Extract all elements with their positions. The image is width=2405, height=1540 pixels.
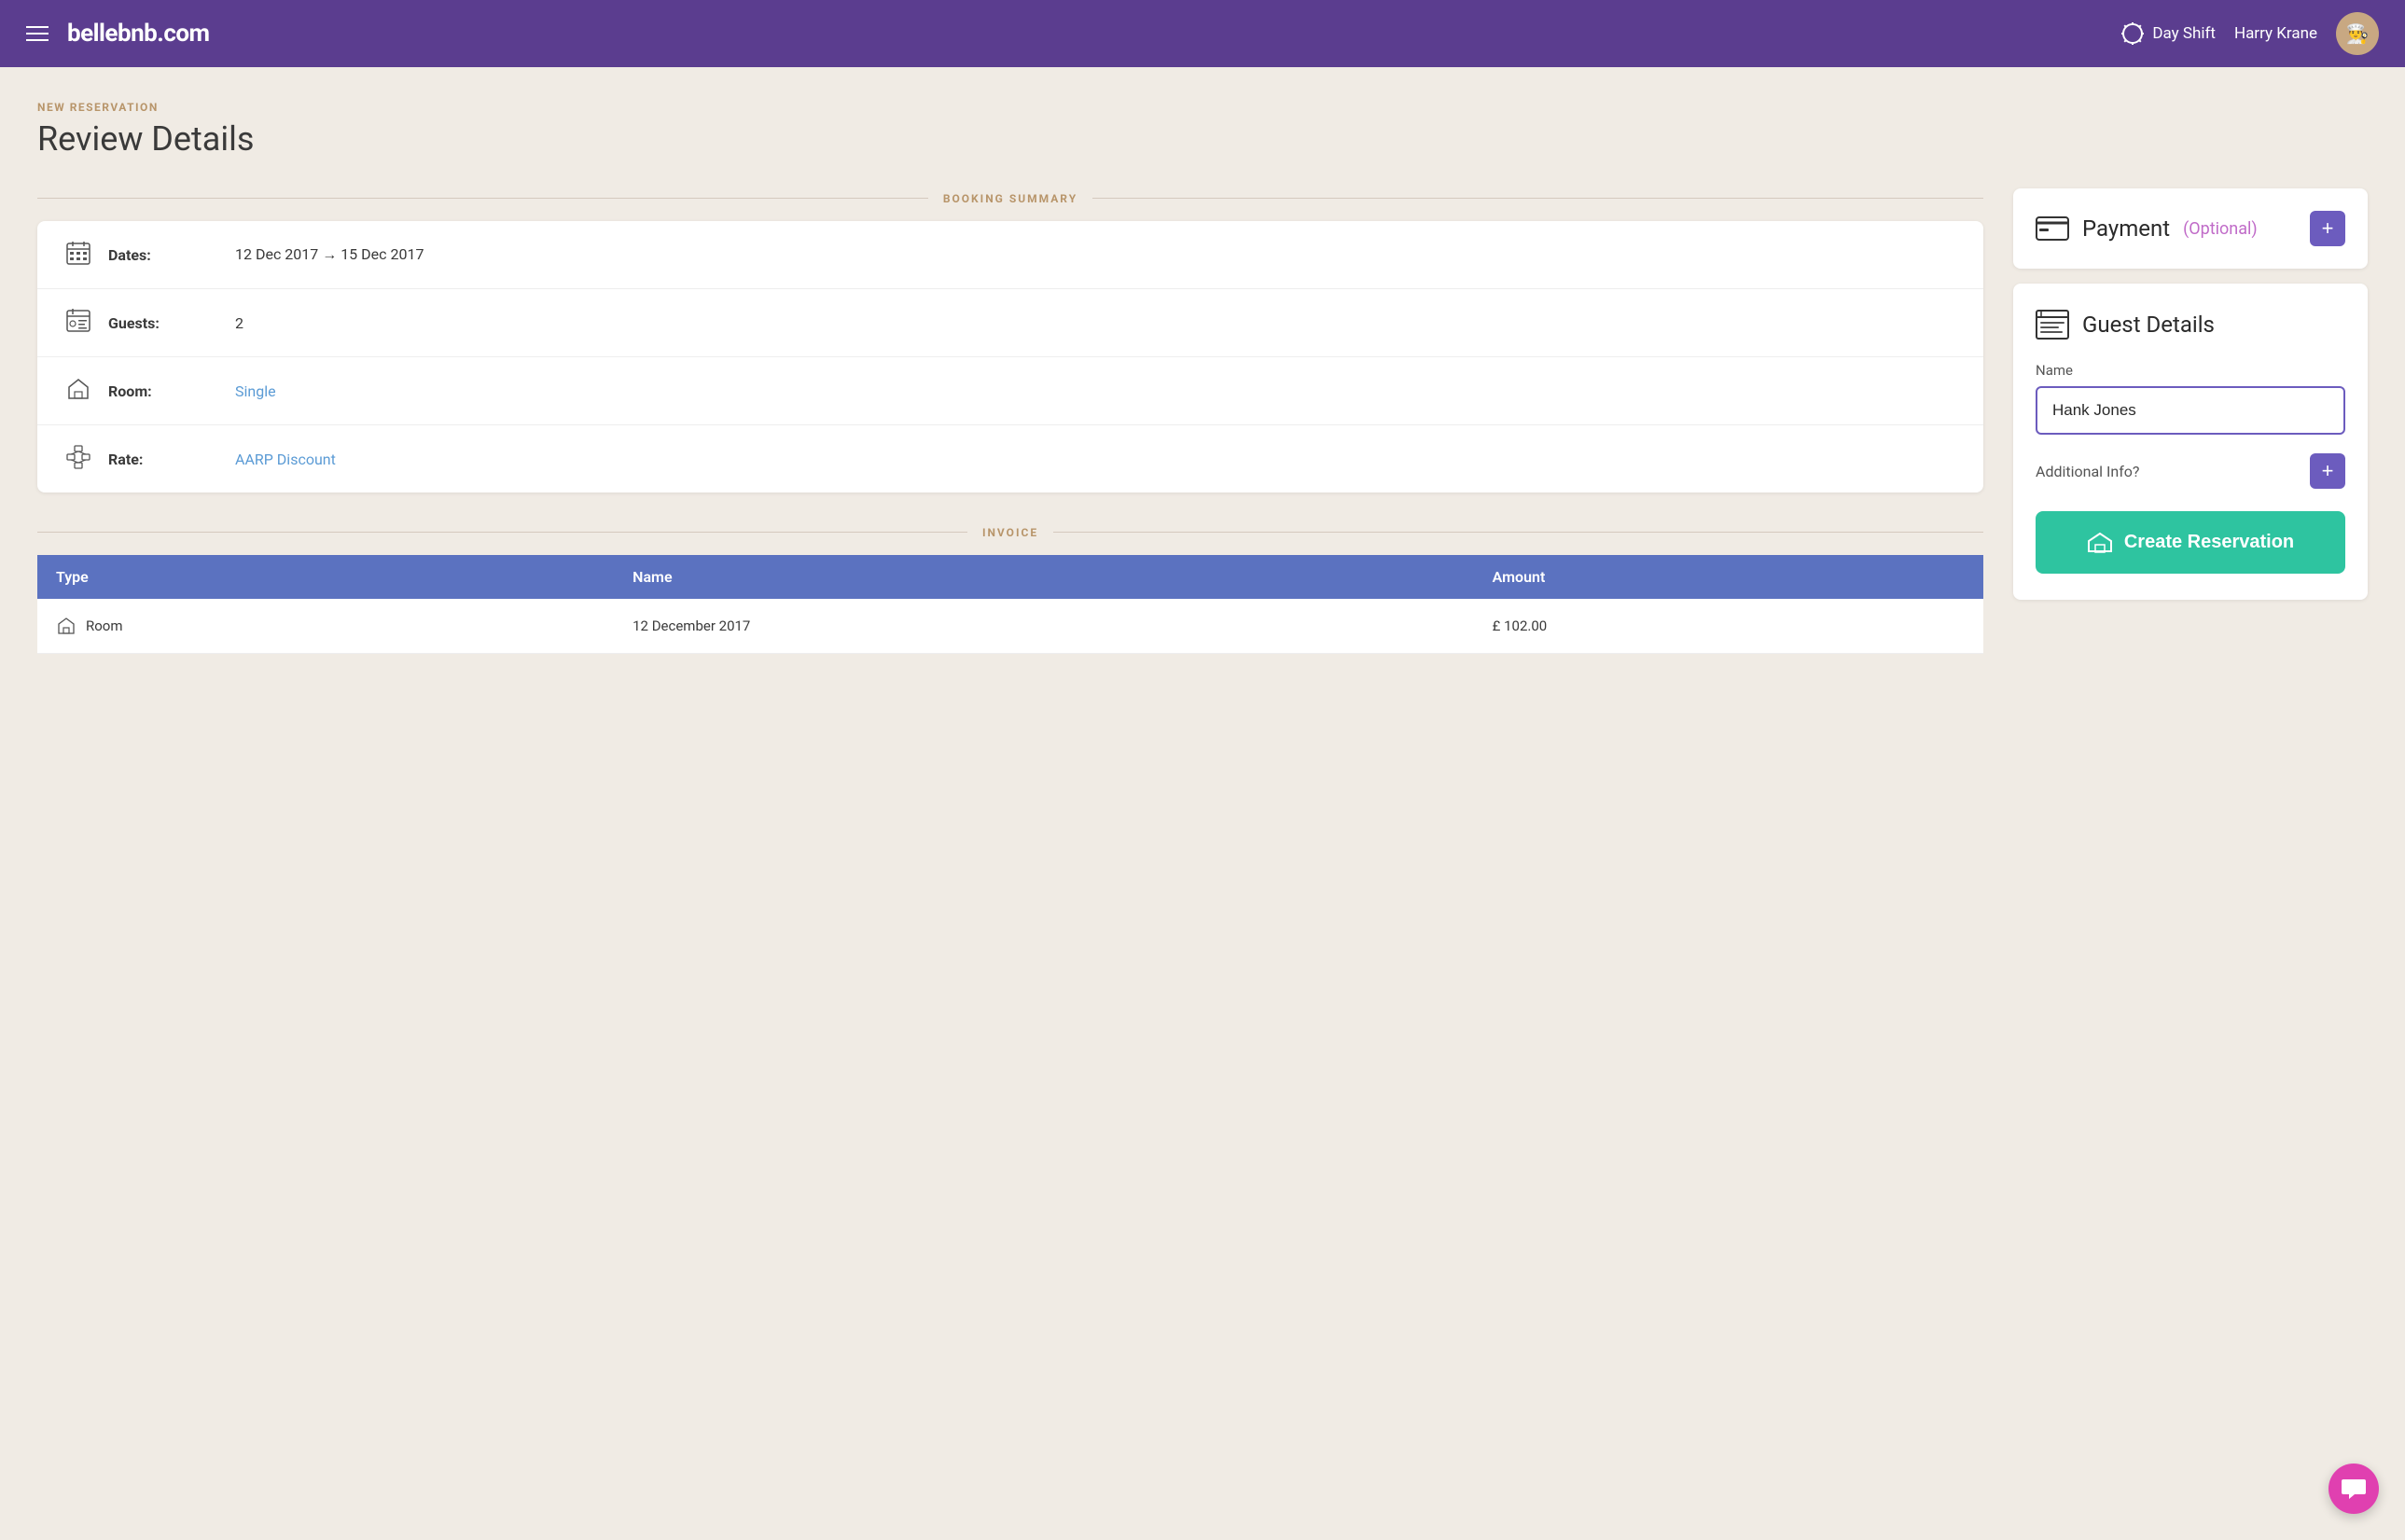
chat-bubble[interactable] (2329, 1464, 2379, 1514)
brand-logo: bellebnb.com (67, 20, 210, 48)
col-type: Type (37, 555, 614, 599)
invoice-amount-cell: £ 102.00 (1474, 599, 1983, 654)
invoice-tbody: Room 12 December 2017 £ 102.00 (37, 599, 1983, 654)
dates-row: Dates: 12 Dec 2017 → 15 Dec 2017 (37, 221, 1983, 289)
payment-optional: (Optional) (2183, 219, 2258, 239)
hamburger-menu[interactable] (26, 26, 49, 41)
dates-value: 12 Dec 2017 → 15 Dec 2017 (235, 245, 424, 264)
col-name: Name (614, 555, 1474, 599)
invoice-table: Type Name Amount Roo (37, 555, 1983, 654)
booking-summary-label: BOOKING SUMMARY (928, 192, 1092, 205)
avatar[interactable]: 👨‍🍳 (2336, 12, 2379, 55)
name-input[interactable] (2036, 386, 2345, 435)
room-value[interactable]: Single (235, 382, 276, 400)
room-row: Room: Single (37, 357, 1983, 425)
guest-details-title: Guest Details (2082, 312, 2215, 338)
shift-indicator[interactable]: Day Shift (2120, 21, 2216, 46)
shift-label: Day Shift (2152, 24, 2216, 43)
user-name: Harry Krane (2234, 24, 2317, 43)
sun-icon (2120, 21, 2145, 46)
col-amount: Amount (1474, 555, 1983, 599)
left-column: BOOKING SUMMARY (37, 188, 1983, 654)
dates-icon (63, 240, 93, 270)
rate-row: Rate: AARP Discount (37, 425, 1983, 493)
payment-title: Payment (2082, 215, 2170, 242)
rate-label: Rate: (108, 451, 220, 468)
house-icon (2087, 533, 2113, 553)
name-label: Name (2036, 362, 2345, 379)
invoice-label: INVOICE (967, 526, 1053, 539)
dates-label: Dates: (108, 246, 220, 264)
room-label: Room: (108, 382, 220, 400)
payment-icon (2036, 216, 2069, 241)
breadcrumb: NEW RESERVATION (37, 101, 2368, 114)
rate-icon (63, 444, 93, 474)
guests-row: Guests: 2 (37, 289, 1983, 357)
header-right: Day Shift Harry Krane 👨‍🍳 (2120, 12, 2379, 55)
guest-panel-header: Guest Details (2036, 310, 2345, 340)
add-info-button[interactable]: + (2310, 453, 2345, 489)
room-type-icon (56, 616, 76, 636)
guests-value: 2 (235, 314, 243, 332)
invoice-header: INVOICE (37, 522, 1983, 540)
create-reservation-label: Create Reservation (2124, 532, 2294, 553)
create-reservation-button[interactable]: Create Reservation (2036, 511, 2345, 574)
booking-summary-header: BOOKING SUMMARY (37, 188, 1983, 206)
additional-info-label: Additional Info? (2036, 463, 2139, 480)
add-payment-button[interactable]: + (2310, 211, 2345, 246)
guests-icon (63, 308, 93, 338)
chat-icon (2342, 1478, 2366, 1500)
guests-label: Guests: (108, 314, 220, 332)
guest-details-panel: Guest Details Name Additional Info? + Cr… (2013, 284, 2368, 600)
invoice-name-cell: 12 December 2017 (614, 599, 1474, 654)
content-layout: BOOKING SUMMARY (37, 188, 2368, 654)
right-column: Payment (Optional) + (2013, 188, 2368, 600)
invoice-thead: Type Name Amount (37, 555, 1983, 599)
room-icon (63, 376, 93, 406)
main-content: NEW RESERVATION Review Details BOOKING S… (0, 67, 2405, 687)
additional-info-row: Additional Info? + (2036, 453, 2345, 489)
payment-panel: Payment (Optional) + (2013, 188, 2368, 269)
rate-value[interactable]: AARP Discount (235, 451, 336, 468)
payment-title-group: Payment (Optional) (2036, 215, 2258, 242)
page-title: Review Details (37, 119, 2368, 159)
booking-card: Dates: 12 Dec 2017 → 15 Dec 2017 (37, 221, 1983, 493)
payment-header: Payment (Optional) + (2036, 211, 2345, 246)
app-header: bellebnb.com Day Shift Harry Krane 👨‍🍳 (0, 0, 2405, 67)
table-row: Room 12 December 2017 £ 102.00 (37, 599, 1983, 654)
header-left: bellebnb.com (26, 20, 210, 48)
invoice-type-cell: Room (37, 599, 614, 654)
guest-details-icon (2036, 310, 2069, 340)
